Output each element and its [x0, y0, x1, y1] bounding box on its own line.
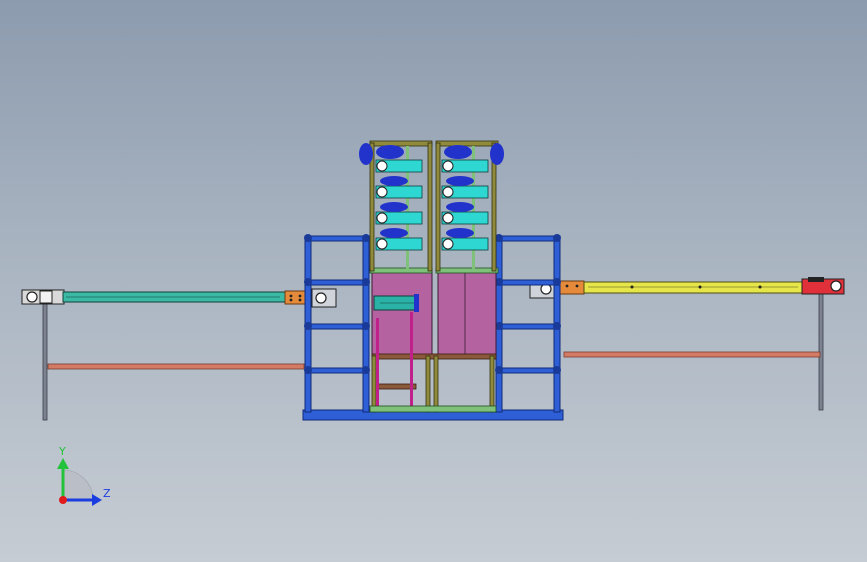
triad-origin: [59, 496, 67, 504]
stacking-tower-left: [359, 140, 433, 274]
lift-rod: [410, 312, 413, 408]
cad-viewport[interactable]: Y Z: [0, 0, 867, 562]
tower-right-cap: [490, 143, 504, 165]
left-motor-wheel: [26, 291, 38, 303]
right-support-rail: [563, 351, 821, 358]
triad-arc: [62, 469, 94, 501]
triad-z-label: Z: [103, 487, 111, 500]
right-conveyor-assembly: [529, 277, 845, 411]
right-conveyor-leg: [818, 291, 824, 411]
left-end-plate: [284, 290, 308, 305]
stacking-tower-right: [435, 140, 504, 274]
left-conveyor-leg: [42, 303, 48, 421]
right-conveyor-belt: [583, 281, 803, 294]
left-support-rail: [47, 363, 305, 370]
lift-panel-left: [371, 271, 433, 357]
lift-panel-right: [437, 271, 497, 357]
orientation-triad[interactable]: Y Z: [57, 445, 111, 506]
right-motor-wheel: [830, 280, 842, 292]
tower-left-cap: [359, 143, 373, 165]
left-motor-box: [39, 290, 53, 304]
left-conveyor-assembly: [21, 288, 337, 421]
tower-right-slots: [441, 159, 489, 251]
central-lift: [369, 271, 497, 413]
tower-left-slots: [375, 159, 423, 251]
triad-y-label: Y: [58, 445, 66, 458]
right-end-plate: [559, 280, 585, 295]
main-frame: [302, 234, 564, 421]
